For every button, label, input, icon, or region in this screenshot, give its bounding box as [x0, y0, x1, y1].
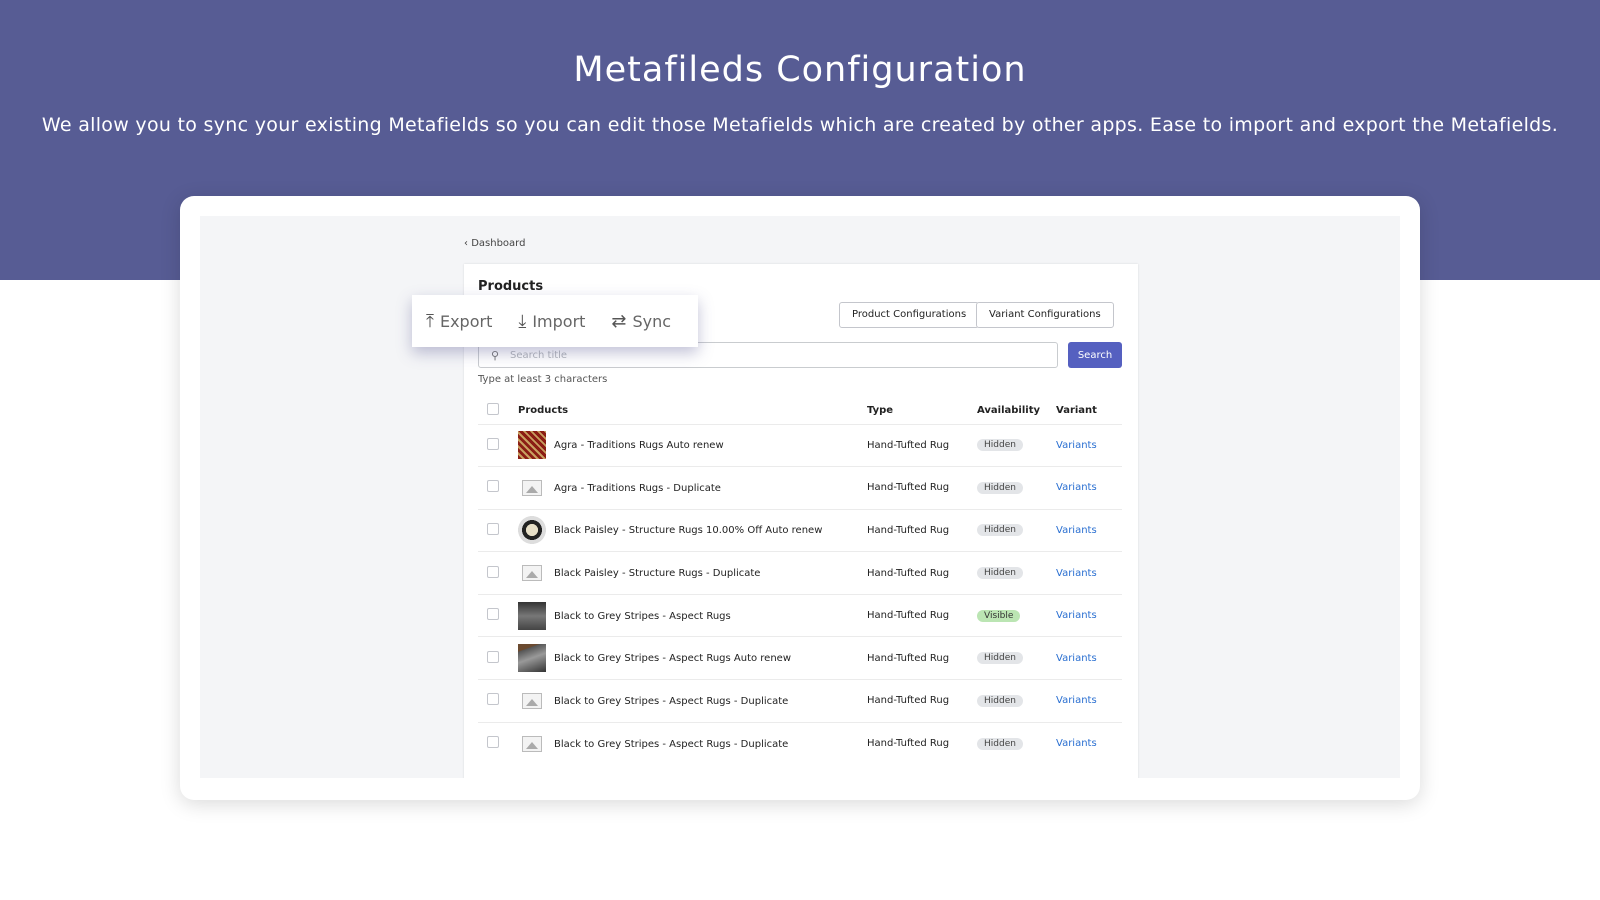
download-icon: ⤓	[518, 310, 527, 332]
upload-icon: ⤒	[426, 310, 434, 332]
availability-badge: Hidden	[977, 439, 1023, 452]
product-type: Hand-Tufted Rug	[867, 423, 977, 467]
product-name[interactable]: Black to Grey Stripes - Aspect Rugs Auto…	[554, 653, 791, 664]
variants-link[interactable]: Variants	[1056, 738, 1097, 749]
row-checkbox[interactable]	[487, 736, 499, 749]
screenshot-frame: ‹ Dashboard Products Product Configurati…	[180, 196, 1420, 800]
header-variant: Variant	[1056, 405, 1097, 417]
variants-link[interactable]: Variants	[1056, 482, 1097, 493]
product-thumbnail	[518, 601, 546, 630]
product-type: Hand-Tufted Rug	[867, 679, 977, 723]
variant-configurations-button[interactable]: Variant Configurations	[976, 302, 1114, 328]
breadcrumb-dashboard[interactable]: ‹ Dashboard	[464, 238, 525, 249]
table-row: Agra - Traditions Rugs - Duplicate Hand-…	[478, 466, 1122, 510]
table-row: Black to Grey Stripes - Aspect Rugs - Du…	[478, 679, 1122, 723]
metafield-toolbar: ⤒ Export ⤓ Import ⇄ Sync	[412, 295, 698, 347]
export-label: Export	[439, 311, 493, 331]
row-checkbox[interactable]	[487, 693, 499, 706]
availability-badge: Hidden	[977, 524, 1023, 537]
app-window: ‹ Dashboard Products Product Configurati…	[200, 216, 1400, 778]
product-type: Hand-Tufted Rug	[867, 466, 977, 510]
table-row: Black Paisley - Structure Rugs 10.00% Of…	[478, 508, 1122, 552]
header-type: Type	[867, 405, 894, 417]
product-name[interactable]: Black Paisley - Structure Rugs 10.00% Of…	[554, 525, 822, 536]
import-button[interactable]: ⤓ Import	[518, 311, 585, 332]
product-type: Hand-Tufted Rug	[867, 593, 977, 637]
image-placeholder-icon	[522, 479, 542, 496]
variants-link[interactable]: Variants	[1056, 525, 1097, 536]
search-placeholder: Search title	[510, 350, 568, 361]
product-thumbnail	[518, 431, 546, 460]
image-placeholder-icon	[522, 735, 542, 752]
sync-icon: ⇄	[611, 310, 627, 332]
hero-title: Metafileds Configuration	[573, 50, 1027, 90]
header-availability: Availability	[977, 405, 1040, 417]
variants-link[interactable]: Variants	[1056, 610, 1097, 621]
hero-subtitle: We allow you to sync your existing Metaf…	[41, 114, 1559, 136]
image-placeholder-icon	[522, 692, 542, 709]
product-thumbnail	[518, 644, 546, 673]
product-type: Hand-Tufted Rug	[867, 721, 977, 765]
table-row: Black to Grey Stripes - Aspect Rugs Hand…	[478, 593, 1122, 637]
availability-badge: Hidden	[977, 567, 1023, 580]
export-button[interactable]: ⤒ Export	[426, 311, 492, 332]
product-type: Hand-Tufted Rug	[867, 508, 977, 552]
variants-link[interactable]: Variants	[1056, 653, 1097, 664]
search-button[interactable]: Search	[1068, 342, 1122, 368]
availability-badge: Hidden	[977, 652, 1023, 665]
availability-badge: Hidden	[977, 737, 1023, 750]
search-hint: Type at least 3 characters	[478, 374, 608, 385]
image-placeholder-icon	[522, 565, 542, 582]
availability-badge: Hidden	[977, 694, 1023, 707]
select-all-checkbox[interactable]	[487, 403, 499, 416]
card-title: Products	[478, 279, 544, 294]
variants-link[interactable]: Variants	[1056, 568, 1097, 579]
header-products: Products	[518, 405, 569, 417]
row-checkbox[interactable]	[487, 608, 499, 621]
availability-badge: Hidden	[977, 481, 1023, 494]
table-row: Black Paisley - Structure Rugs - Duplica…	[478, 551, 1122, 595]
row-checkbox[interactable]	[487, 522, 499, 535]
product-name[interactable]: Agra - Traditions Rugs - Duplicate	[554, 483, 721, 494]
table-row: Black to Grey Stripes - Aspect Rugs Auto…	[478, 636, 1122, 680]
product-name[interactable]: Black to Grey Stripes - Aspect Rugs - Du…	[554, 696, 788, 707]
sync-label: Sync	[632, 311, 672, 331]
product-name[interactable]: Black to Grey Stripes - Aspect Rugs - Du…	[554, 739, 788, 750]
product-configurations-button[interactable]: Product Configurations	[839, 302, 980, 328]
availability-badge: Visible	[977, 609, 1021, 622]
sync-button[interactable]: ⇄ Sync	[611, 311, 671, 332]
products-table: Products Type Availability Variant Agra …	[478, 398, 1122, 765]
row-checkbox[interactable]	[487, 480, 499, 493]
variants-link[interactable]: Variants	[1056, 440, 1097, 451]
product-name[interactable]: Black to Grey Stripes - Aspect Rugs	[554, 611, 731, 622]
import-label: Import	[532, 311, 586, 331]
row-checkbox[interactable]	[487, 565, 499, 578]
variants-link[interactable]: Variants	[1056, 695, 1097, 706]
search-icon: ⚲	[491, 349, 500, 362]
table-row: Agra - Traditions Rugs Auto renew Hand-T…	[478, 423, 1122, 467]
product-type: Hand-Tufted Rug	[867, 636, 977, 680]
product-thumbnail	[518, 516, 546, 545]
breadcrumb-label: Dashboard	[471, 238, 526, 249]
product-type: Hand-Tufted Rug	[867, 551, 977, 595]
product-name[interactable]: Agra - Traditions Rugs Auto renew	[554, 440, 724, 451]
product-name[interactable]: Black Paisley - Structure Rugs - Duplica…	[554, 568, 760, 579]
table-row: Black to Grey Stripes - Aspect Rugs - Du…	[478, 721, 1122, 765]
row-checkbox[interactable]	[487, 650, 499, 663]
row-checkbox[interactable]	[487, 437, 499, 450]
